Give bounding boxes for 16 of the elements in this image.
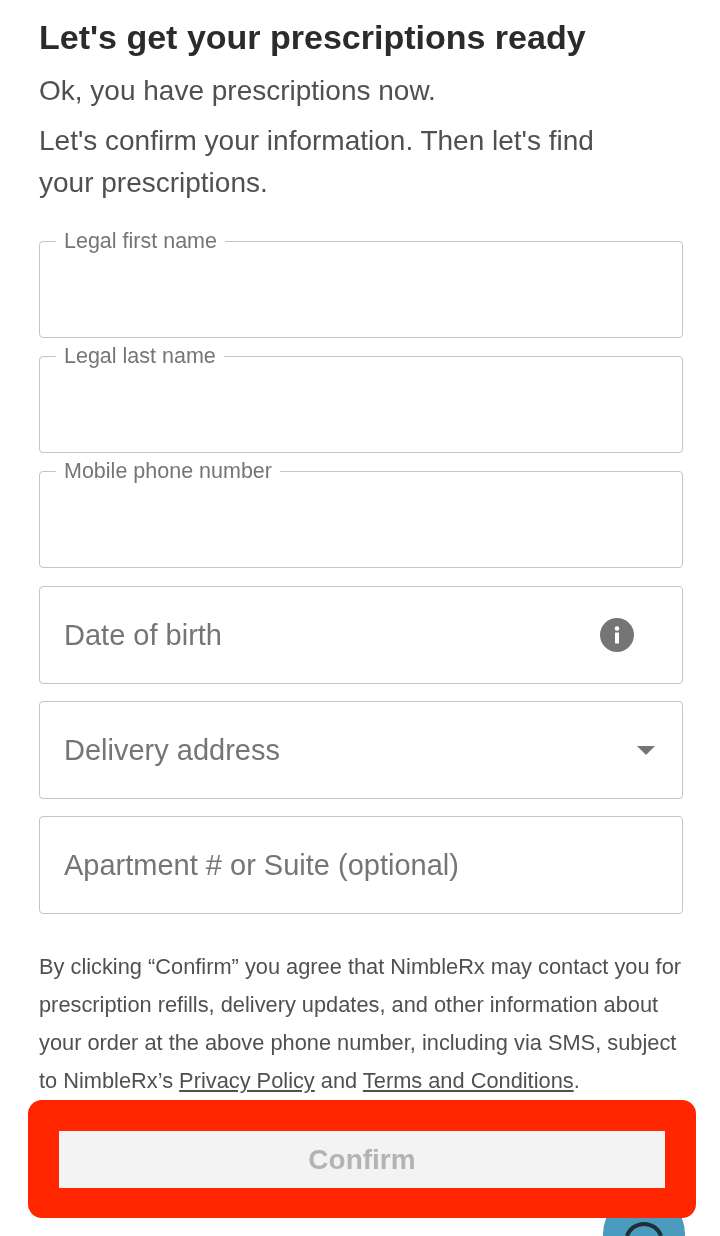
info-icon[interactable] — [600, 618, 634, 652]
ring-icon — [625, 1222, 663, 1236]
intro-text: Ok, you have prescriptions now. — [39, 74, 437, 108]
text-field[interactable]: Legal first name — [39, 230, 683, 338]
text-field[interactable]: Legal last name — [39, 345, 683, 453]
date-field[interactable]: Date of birth — [39, 586, 683, 684]
legal-link[interactable]: Terms and Conditions — [362, 1068, 574, 1093]
intro-text: Let's confirm your information. Then let's find your prescriptions. — [39, 124, 595, 200]
page-title: Let's get your prescriptions ready — [39, 17, 587, 57]
text-field[interactable]: Mobile phone number — [39, 460, 683, 568]
consent-text: By clicking “Confirm” you agree that NimbleRx may contact you for prescription refills, delivery updates, and other information about your order at the above phone number, including via SMS, subject to NimbleRx’s Privacy Policy and Terms and Conditions. — [39, 953, 683, 1095]
caret-icon — [637, 746, 655, 755]
legal-link[interactable]: Privacy Policy — [179, 1068, 315, 1093]
dropdown-field[interactable]: Delivery address — [39, 701, 683, 799]
text-field[interactable]: Apartment # or Suite (optional) — [39, 816, 683, 914]
floating-action-button[interactable] — [603, 1218, 685, 1236]
